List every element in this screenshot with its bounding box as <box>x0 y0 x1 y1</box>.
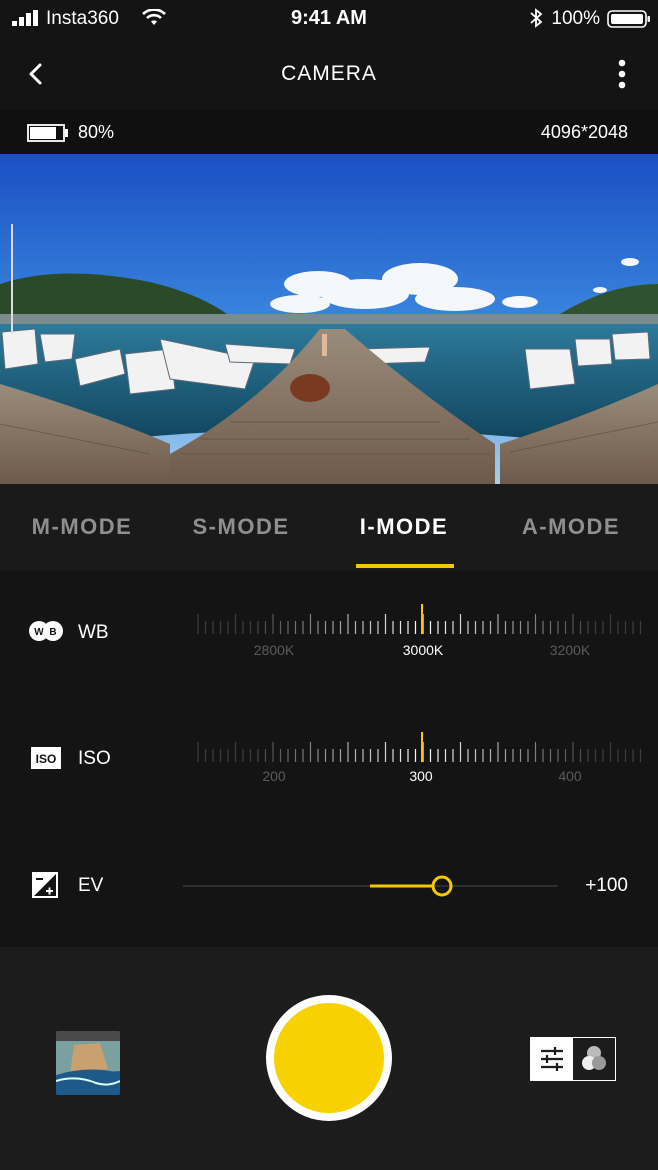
wb-tick-label: 3200K <box>549 642 591 658</box>
camera-battery-icon <box>27 124 68 142</box>
svg-text:B: B <box>49 627 56 638</box>
wb-tick-label-selected: 3000K <box>402 642 444 658</box>
mode-toggle-group <box>530 1037 616 1081</box>
filters-button[interactable] <box>573 1038 615 1080</box>
page-title: CAMERA <box>281 62 377 85</box>
exposure-icon <box>32 872 58 898</box>
svg-text:W: W <box>34 627 44 638</box>
battery-icon <box>607 10 650 28</box>
iso-scale[interactable] <box>195 728 645 764</box>
tab-a-mode[interactable]: A-MODE <box>491 514 651 540</box>
ev-slider[interactable] <box>183 872 558 902</box>
tab-m-mode[interactable]: M-MODE <box>2 514 162 540</box>
panorama-preview[interactable] <box>0 154 658 484</box>
filters-icon <box>582 1046 606 1070</box>
iso-tick-label: 200 <box>262 768 286 784</box>
iso-label: ISO <box>78 748 111 769</box>
battery-percent: 100% <box>551 8 600 29</box>
gallery-thumbnail-image <box>56 1031 120 1095</box>
tab-i-mode[interactable]: I-MODE <box>324 514 484 540</box>
status-bar: Insta360 9:41 AM 100% <box>0 0 658 38</box>
iso-icon: ISO <box>31 747 61 769</box>
wb-label: WB <box>78 622 109 643</box>
tab-s-mode[interactable]: S-MODE <box>161 514 321 540</box>
ev-label: EV <box>78 875 104 896</box>
camera-info-bar: 80% 4096*2048 <box>0 110 658 154</box>
capture-bar <box>0 947 658 1170</box>
shutter-button-core <box>274 1003 384 1113</box>
ev-value: +100 <box>585 875 628 896</box>
active-tab-indicator <box>356 564 454 568</box>
iso-tick-label-selected: 300 <box>409 768 433 784</box>
more-options-icon[interactable] <box>614 58 630 90</box>
camera-battery-level: 80% <box>78 122 115 142</box>
wb-scale[interactable] <box>195 600 645 636</box>
svg-text:ISO: ISO <box>36 752 57 766</box>
nav-header: CAMERA <box>0 40 658 110</box>
wb-tick-label: 2800K <box>253 642 295 658</box>
shutter-button[interactable] <box>266 995 392 1121</box>
settings-panel: W B WB 2800K 3000K 3200K ISO ISO 200 300… <box>0 570 658 947</box>
adjust-settings-button[interactable] <box>531 1038 573 1080</box>
panorama-image <box>0 154 658 484</box>
white-balance-icon: W B <box>29 621 63 641</box>
gallery-thumbnail[interactable] <box>56 1031 120 1095</box>
resolution-label: 4096*2048 <box>540 122 628 142</box>
bluetooth-icon <box>530 8 543 28</box>
mode-tabs: M-MODE S-MODE I-MODE A-MODE <box>0 484 658 571</box>
sliders-icon <box>541 1047 563 1071</box>
iso-tick-label: 400 <box>558 768 582 784</box>
